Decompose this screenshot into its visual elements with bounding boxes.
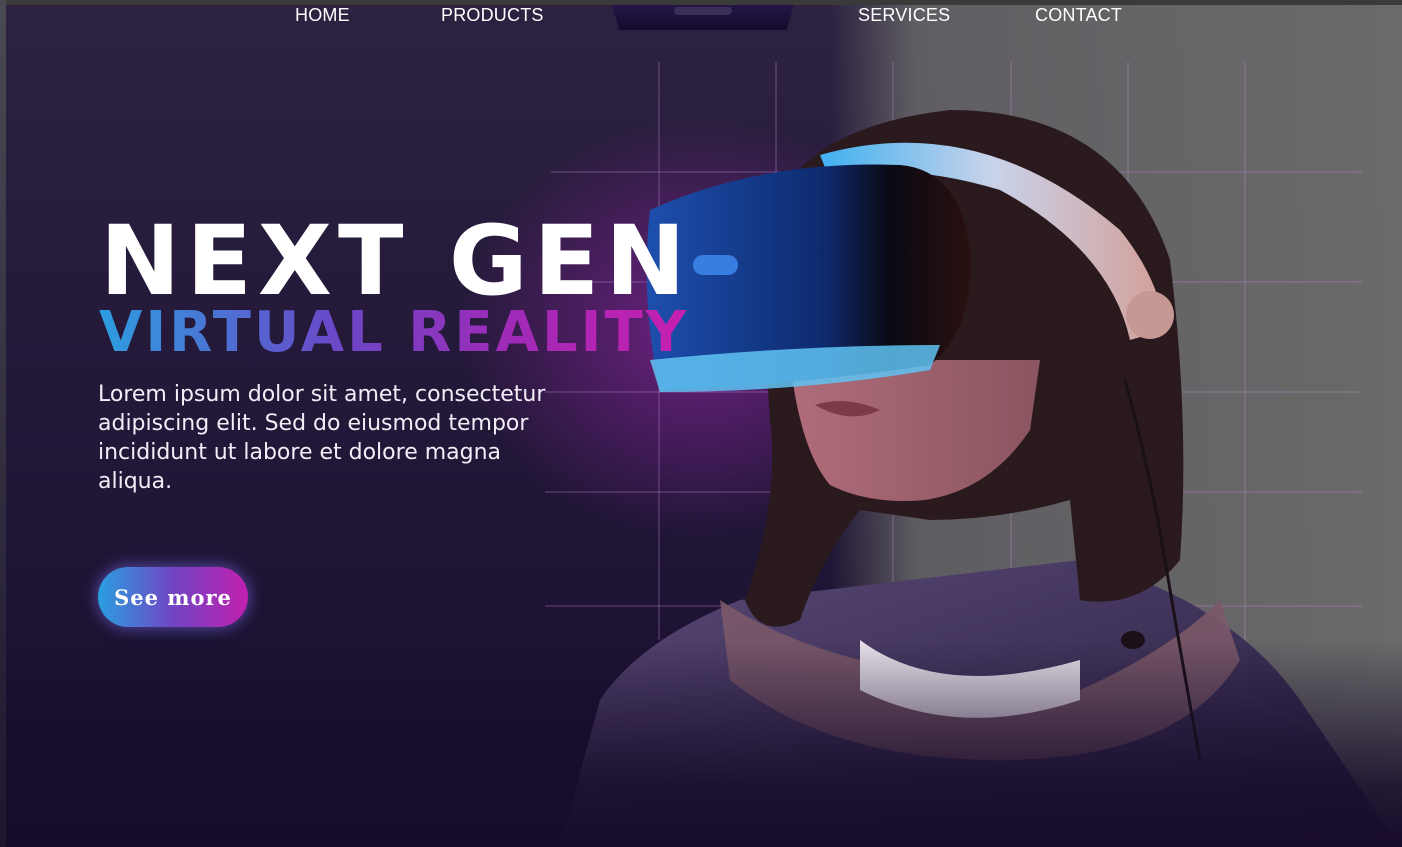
nav-services-link[interactable]: SERVICES (858, 5, 950, 26)
nav-home-link[interactable]: HOME (295, 5, 350, 26)
hero-description: Lorem ipsum dolor sit amet, consectetur … (98, 382, 546, 494)
nav-products-link[interactable]: PRODUCTS (441, 5, 544, 26)
logo-mark (674, 7, 732, 15)
hero-subtitle: VIRTUAL REALITY (99, 298, 689, 368)
hero-stage: HOME PRODUCTS SERVICES CONTACT NEXT GEN … (0, 0, 1402, 847)
window-top-edge (0, 0, 1402, 5)
nav-contact-link[interactable]: CONTACT (1035, 5, 1122, 26)
see-more-button[interactable]: See more (98, 567, 248, 627)
window-left-edge (0, 0, 6, 847)
bottom-fade (0, 640, 1402, 847)
vr-headset-logo-icon[interactable] (612, 5, 794, 30)
